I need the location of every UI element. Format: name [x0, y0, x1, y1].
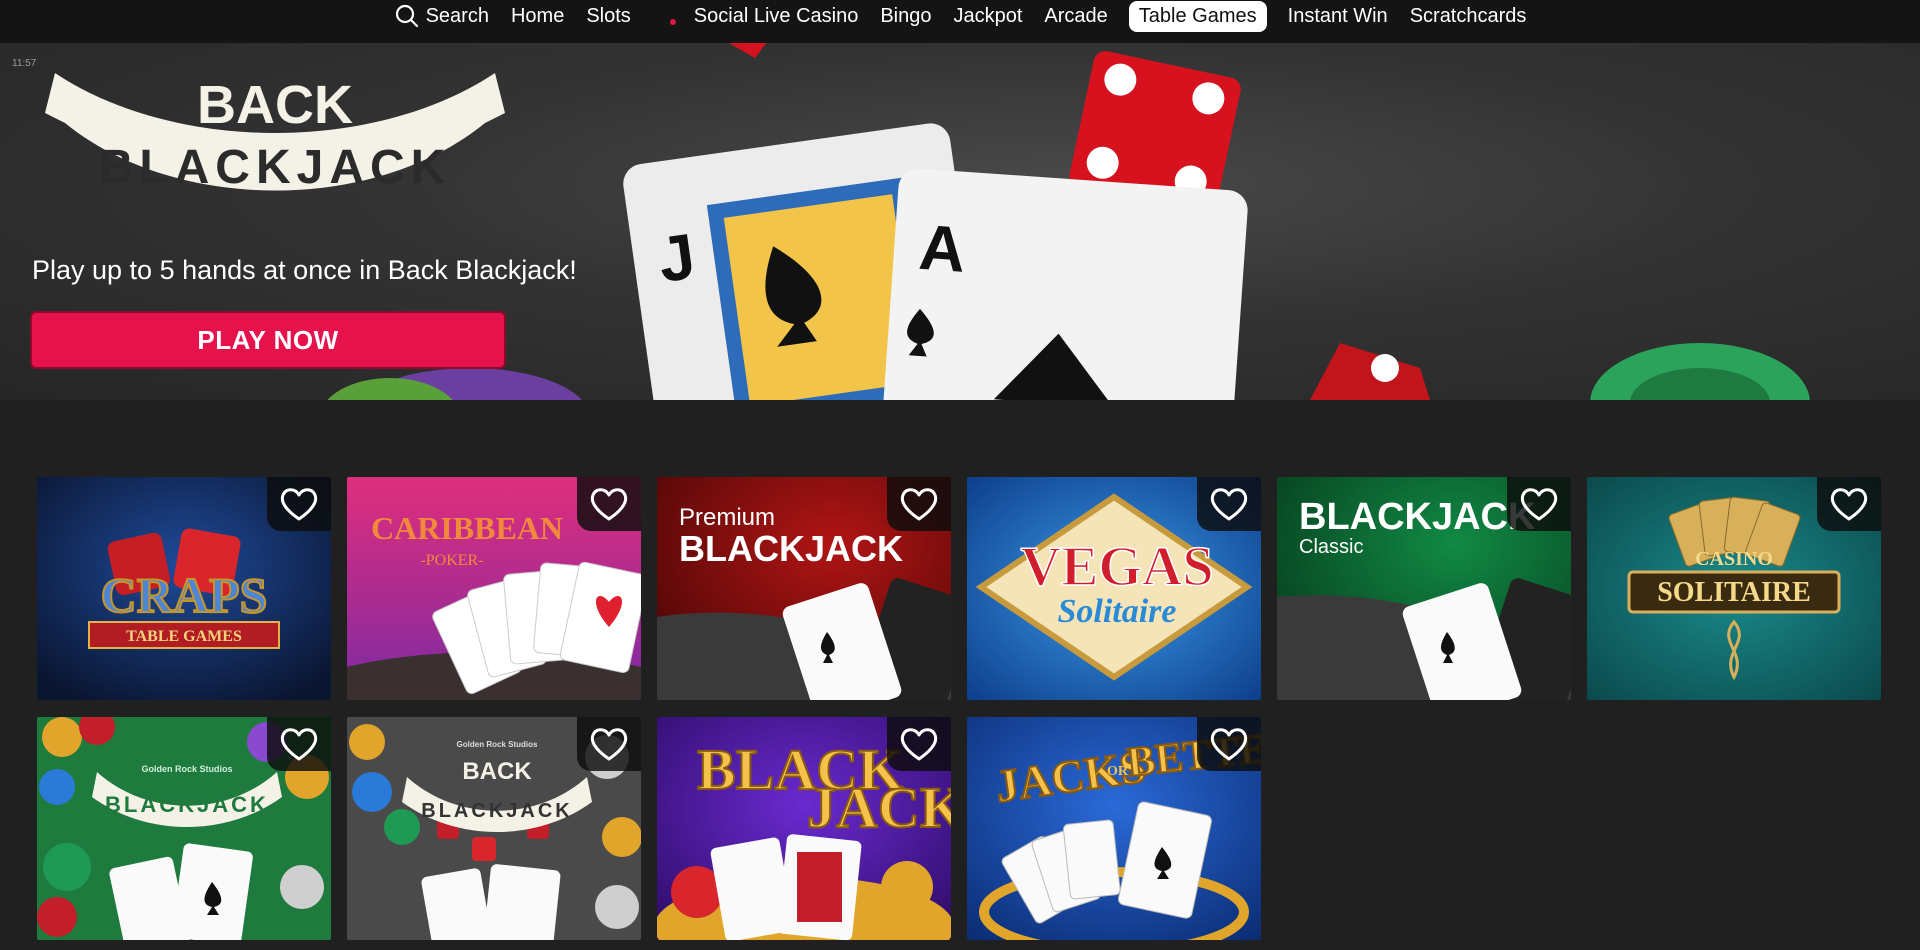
favorite-button[interactable]: [1817, 477, 1881, 531]
game-tile-craps[interactable]: CRAPS TABLE GAMES: [37, 477, 331, 700]
heart-icon: [900, 728, 938, 761]
nav-search-label: Search: [425, 4, 489, 27]
craps-subtitle: TABLE GAMES: [126, 628, 242, 645]
heart-icon: [1830, 488, 1868, 521]
caribbean-title: CARIBBEAN: [371, 510, 563, 546]
game-tile-casino-solitaire[interactable]: CASINO SOLITAIRE: [1587, 477, 1881, 700]
favorite-button[interactable]: [1197, 477, 1261, 531]
game-tile-blackjack-classic[interactable]: BLACKJACK Classic: [1277, 477, 1571, 700]
vegas-title: VEGAS: [1021, 536, 1214, 598]
hero-logo-bottom: BLACKJACK: [99, 141, 452, 194]
studio-label: Golden Rock Studios: [141, 764, 232, 774]
nav-home[interactable]: Home: [500, 1, 575, 32]
nav-search[interactable]: Search: [383, 1, 500, 32]
caribbean-subtitle: -POKER-: [420, 552, 483, 569]
top-navigation: Search Home Slots Social Live Casino Bin…: [0, 0, 1920, 43]
golden-rock-blackjack-title: BLACKJACK: [105, 792, 269, 817]
heart-icon: [1210, 728, 1248, 761]
back-blackjack-title: BACK: [462, 758, 532, 785]
favorite-button[interactable]: [267, 477, 331, 531]
favorite-button[interactable]: [1507, 477, 1571, 531]
nav-table-games[interactable]: Table Games: [1128, 0, 1267, 32]
hero-tagline: Play up to 5 hands at once in Back Black…: [32, 255, 577, 285]
nav-arcade[interactable]: Arcade: [1033, 1, 1118, 32]
nav-instant-win[interactable]: Instant Win: [1277, 1, 1399, 32]
play-now-button[interactable]: PLAY NOW: [30, 311, 506, 369]
heart-icon: [1520, 488, 1558, 521]
premium-title: Premium: [679, 504, 775, 531]
game-tile-caribbean-poker[interactable]: CARIBBEAN -POKER-: [347, 477, 641, 700]
nav-scratchcards[interactable]: Scratchcards: [1399, 1, 1538, 32]
blackjack-classic-title: BLACKJACK: [1299, 496, 1536, 538]
premium-subtitle: BLACKJACK: [679, 528, 903, 569]
craps-title: CRAPS: [101, 567, 268, 623]
hero-logo-top: BACK: [197, 75, 353, 135]
studio-label: Golden Rock Studios: [457, 740, 538, 749]
jacks-or: OR: [1107, 764, 1129, 779]
nav-slots[interactable]: Slots: [575, 1, 641, 32]
hero-card-right-rank: A: [917, 211, 968, 286]
back-blackjack-subtitle: BLACKJACK: [421, 800, 572, 822]
search-icon: [395, 4, 418, 28]
game-tile-black-jack[interactable]: BLACK JACK: [657, 717, 951, 940]
game-tile-back-blackjack[interactable]: Golden Rock Studios BACK BLACKJACK: [347, 717, 641, 940]
favorite-button[interactable]: [887, 477, 951, 531]
game-tile-vegas-solitaire[interactable]: VEGAS Solitaire: [967, 477, 1261, 700]
heart-icon: [590, 728, 628, 761]
nav-bingo[interactable]: Bingo: [869, 1, 942, 32]
favorite-button[interactable]: [1197, 717, 1261, 771]
heart-icon: [590, 488, 628, 521]
heart-icon: [1210, 488, 1248, 521]
heart-icon: [280, 488, 318, 521]
hero-banner: J A 11:57 BACK BLACKJACK Play up to 5 ha…: [0, 43, 1920, 400]
heart-icon: [900, 488, 938, 521]
favorite-button[interactable]: [267, 717, 331, 771]
live-indicator-dot: [669, 18, 676, 25]
blackjack-classic-subtitle: Classic: [1299, 536, 1363, 558]
game-tile-premium-blackjack[interactable]: Premium BLACKJACK: [657, 477, 951, 700]
vegas-subtitle: Solitaire: [1057, 593, 1176, 630]
favorite-button[interactable]: [887, 717, 951, 771]
game-tile-jacks-or-better[interactable]: JACKS OR BETTER: [967, 717, 1261, 940]
game-tile-golden-rock-blackjack[interactable]: Golden Rock Studios BLACKJACK: [37, 717, 331, 940]
back-blackjack-logo: BACK BLACKJACK: [45, 73, 505, 194]
nav-jackpot[interactable]: Jackpot: [942, 1, 1033, 32]
nav-social-live-casino[interactable]: Social Live Casino: [694, 1, 870, 32]
favorite-button[interactable]: [577, 477, 641, 531]
heart-icon: [280, 728, 318, 761]
favorite-button[interactable]: [577, 717, 641, 771]
casino-solitaire-title: CASINO: [1695, 548, 1773, 570]
black-jack-subtitle: JACK: [807, 775, 951, 840]
casino-solitaire-subtitle: SOLITAIRE: [1657, 577, 1811, 608]
